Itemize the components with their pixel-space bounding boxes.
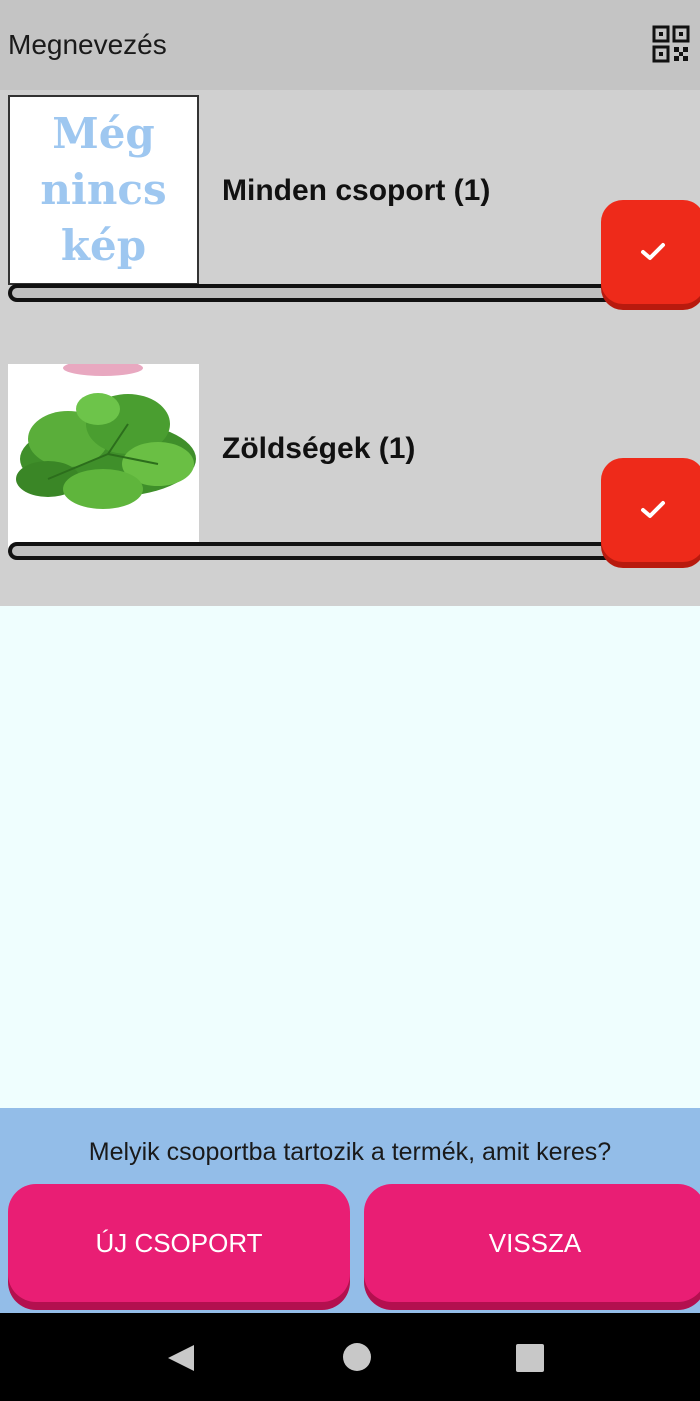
bottom-panel: Melyik csoportba tartozik a termék, amit…: [0, 1108, 700, 1313]
nav-recent-apps-icon[interactable]: [516, 1344, 544, 1372]
nav-home-icon[interactable]: [343, 1343, 371, 1371]
back-button[interactable]: VISSZA: [364, 1184, 700, 1302]
group-slider[interactable]: [8, 284, 700, 302]
spinach-leaves-photo: [8, 364, 199, 554]
qr-code-icon[interactable]: [652, 25, 690, 63]
app-header: Megnevezés: [0, 0, 700, 90]
group-label: Minden csoport (1): [222, 174, 491, 207]
check-icon: [641, 501, 665, 518]
check-icon: [641, 243, 665, 260]
group-label: Zöldségek (1): [222, 432, 416, 465]
system-nav-bar: [0, 1313, 700, 1401]
empty-list-area: [0, 606, 700, 1108]
page-title: Megnevezés: [8, 29, 167, 60]
group-item-vegetables[interactable]: Zöldségek (1): [0, 348, 700, 606]
select-group-button[interactable]: [601, 200, 700, 304]
nav-back-icon[interactable]: [166, 1343, 196, 1373]
group-slider[interactable]: [8, 542, 700, 560]
placeholder-line: nincs: [40, 165, 167, 214]
placeholder-line: kép: [60, 221, 147, 270]
no-image-placeholder: Még nincs kép: [8, 95, 199, 285]
group-item-all[interactable]: Még nincs kép Minden csoport (1): [0, 90, 700, 348]
question-text: Melyik csoportba tartozik a termék, amit…: [88, 1138, 612, 1166]
new-group-button[interactable]: ÚJ CSOPORT: [8, 1184, 350, 1302]
select-group-button[interactable]: [601, 458, 700, 562]
placeholder-line: Még: [52, 109, 155, 158]
